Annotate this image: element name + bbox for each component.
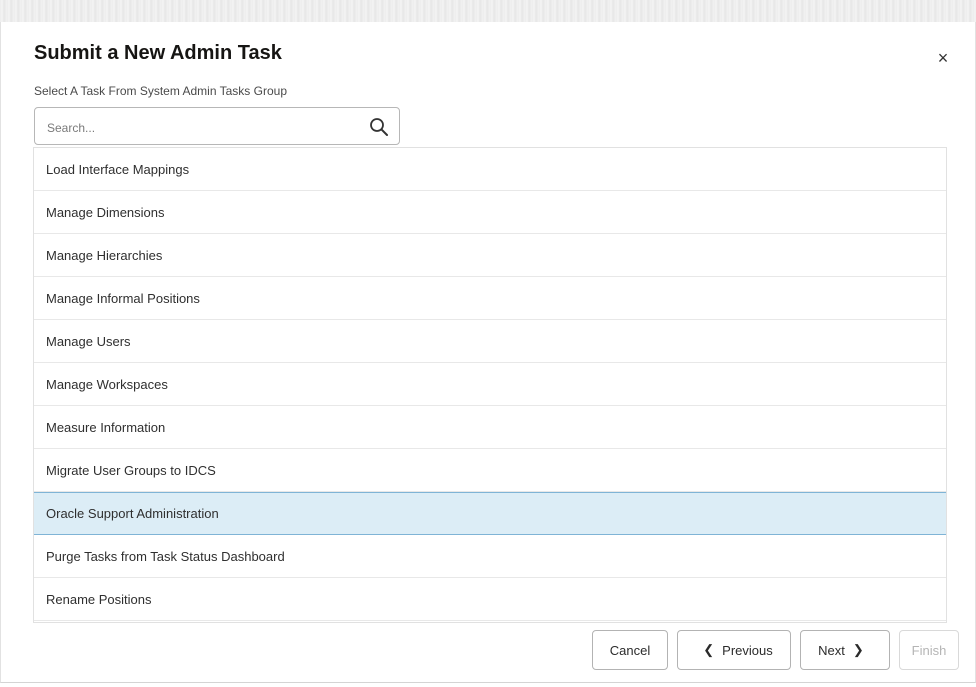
task-label: Rename Positions <box>46 591 152 607</box>
next-label: Next <box>818 642 845 658</box>
cancel-button[interactable]: Cancel <box>592 630 668 670</box>
search-input[interactable] <box>45 117 349 139</box>
finish-label: Finish <box>911 642 947 658</box>
task-list-item[interactable]: Manage Hierarchies <box>34 234 946 277</box>
task-label: Purge Tasks from Task Status Dashboard <box>46 548 285 564</box>
task-list-item[interactable]: Oracle Support Administration <box>34 492 946 535</box>
task-list-item[interactable]: Manage Workspaces <box>34 363 946 406</box>
task-label: Migrate User Groups to IDCS <box>46 462 216 478</box>
task-list-item[interactable]: Manage Users <box>34 320 946 363</box>
task-list-item[interactable]: Measure Information <box>34 406 946 449</box>
task-label: Manage Users <box>46 333 131 349</box>
search-field[interactable] <box>34 107 400 145</box>
finish-button[interactable]: Finish <box>899 630 959 670</box>
close-icon[interactable]: × <box>933 48 953 68</box>
background-strip <box>0 0 976 22</box>
task-label: Load Interface Mappings <box>46 161 190 177</box>
task-list: Load Interface Mappings Manage Dimensions… <box>33 147 947 623</box>
search-icon[interactable] <box>369 117 389 137</box>
task-label: Manage Workspaces <box>46 376 168 392</box>
task-list-item[interactable]: Manage Dimensions <box>34 191 946 234</box>
task-label: Manage Hierarchies <box>46 247 163 263</box>
task-label: Measure Information <box>46 419 166 435</box>
dialog-footer: Cancel ❮ Previous Next ❯ Finish <box>592 630 959 670</box>
task-list-item[interactable]: Rename Positions <box>34 578 946 621</box>
task-label: Manage Dimensions <box>46 204 165 220</box>
next-button[interactable]: Next ❯ <box>800 630 890 670</box>
chevron-right-icon: ❯ <box>852 642 864 657</box>
cancel-label: Cancel <box>609 642 651 658</box>
task-list-item[interactable]: Manage Informal Positions <box>34 277 946 320</box>
dialog-title: Submit a New Admin Task <box>34 42 282 64</box>
chevron-left-icon: ❮ <box>703 642 715 657</box>
task-label: Manage Informal Positions <box>46 290 200 306</box>
task-list-item[interactable]: Migrate User Groups to IDCS <box>34 449 946 492</box>
task-list-item[interactable]: Load Interface Mappings <box>34 148 946 191</box>
admin-task-dialog: Submit a New Admin Task × Select A Task … <box>0 22 976 683</box>
task-label: Oracle Support Administration <box>46 506 219 521</box>
previous-label: Previous <box>722 642 773 658</box>
previous-button[interactable]: ❮ Previous <box>677 630 791 670</box>
task-list-item[interactable]: Purge Tasks from Task Status Dashboard <box>34 535 946 578</box>
dialog-subtitle: Select A Task From System Admin Tasks Gr… <box>34 84 287 98</box>
